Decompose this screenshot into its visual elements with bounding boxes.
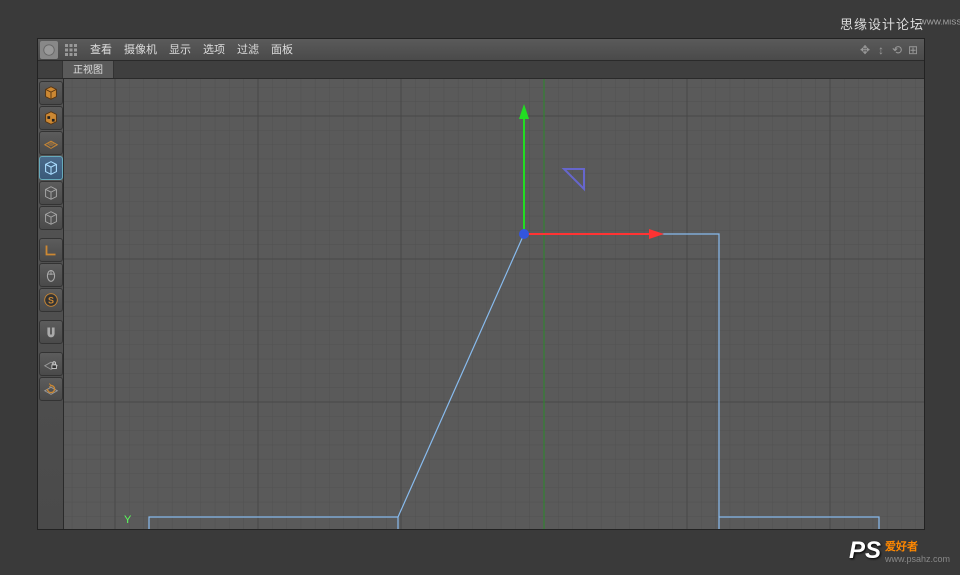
viewport-3d[interactable]: Y [64, 79, 924, 529]
menu-panel[interactable]: 面板 [265, 39, 299, 61]
tool-snap[interactable]: S [39, 288, 63, 312]
app-window: 查看 摄像机 显示 选项 过滤 面板 ✥ ↕ ⟲ ⊞ 正视图 [37, 38, 925, 530]
menu-options[interactable]: 选项 [197, 39, 231, 61]
tool-cube-wire2[interactable] [39, 206, 63, 230]
svg-text:Y: Y [124, 514, 132, 526]
menu-view[interactable]: 查看 [84, 39, 118, 61]
menubar: 查看 摄像机 显示 选项 过滤 面板 ✥ ↕ ⟲ ⊞ [38, 39, 924, 61]
tool-grid-refresh[interactable] [39, 377, 63, 401]
tool-cube-solid[interactable] [39, 81, 63, 105]
tool-cube-wire1[interactable] [39, 181, 63, 205]
tool-magnet[interactable] [39, 320, 63, 344]
tool-mouse[interactable] [39, 263, 63, 287]
watermark-top-text: 思缘设计论坛 [840, 14, 924, 33]
tool-axis[interactable] [39, 238, 63, 262]
tab-front-view[interactable]: 正视图 [62, 58, 114, 78]
tool-cube-checker[interactable] [39, 106, 63, 130]
watermark-url: www.psahz.com [885, 554, 950, 564]
tool-grid-lock[interactable] [39, 352, 63, 376]
watermark-top-url: WWW.MISSYUAN.COM [919, 18, 960, 27]
tool-grid-plane[interactable] [39, 131, 63, 155]
viewport-canvas: Y [64, 79, 924, 529]
tool-cube-wire-active[interactable] [39, 156, 63, 180]
menu-camera[interactable]: 摄像机 [118, 39, 163, 61]
watermark-logo: PS [849, 537, 881, 565]
svg-text:S: S [47, 296, 53, 306]
tool-palette: S [38, 79, 64, 529]
tab-bar: 正视图 [38, 61, 924, 79]
menu-filter[interactable]: 过滤 [231, 39, 265, 61]
maximize-icon[interactable]: ⊞ [906, 43, 920, 57]
watermark-cn: 爱好者 [885, 538, 950, 554]
pan-icon[interactable]: ✥ [858, 43, 872, 57]
zoom-icon[interactable]: ↕ [874, 43, 888, 57]
menu-display[interactable]: 显示 [163, 39, 197, 61]
app-icon[interactable] [40, 41, 58, 59]
grid-menu-icon[interactable] [64, 43, 78, 57]
rotate-icon[interactable]: ⟲ [890, 43, 904, 57]
viewport-nav-icons: ✥ ↕ ⟲ ⊞ [858, 43, 920, 57]
watermark-bottom: PS 爱好者 www.psahz.com [849, 537, 950, 565]
